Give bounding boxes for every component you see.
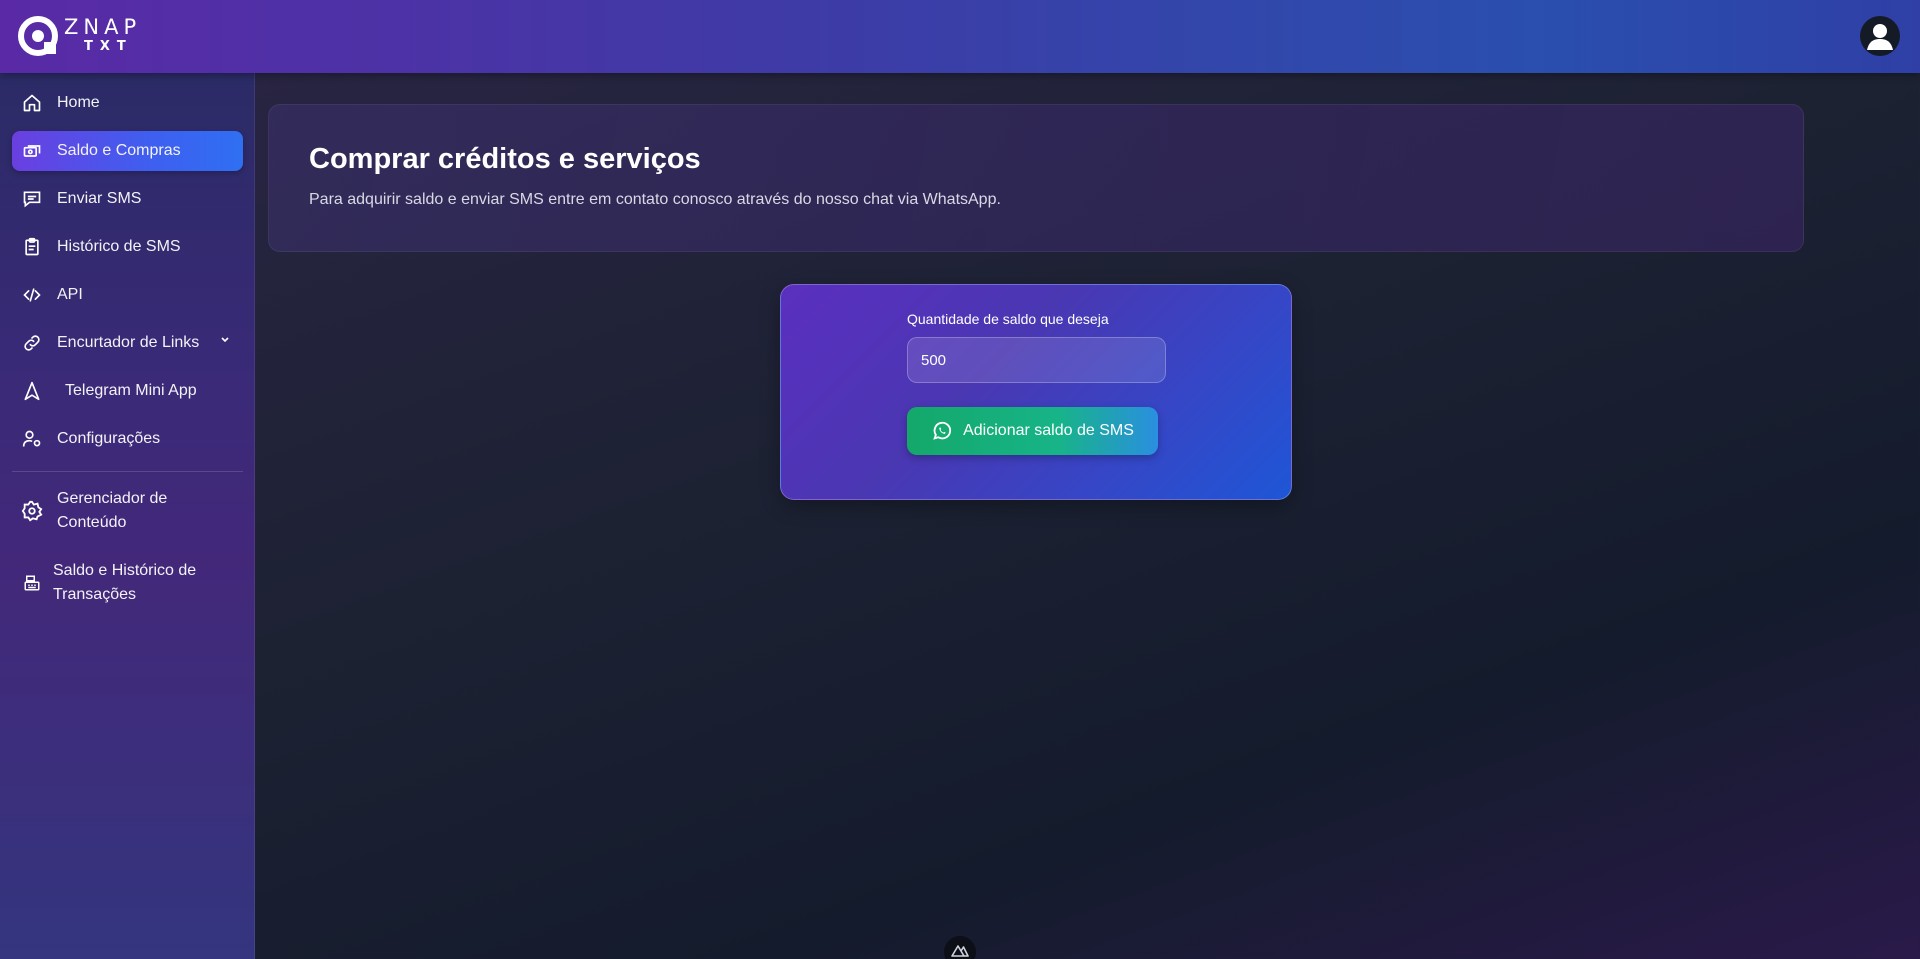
navigation-icon	[21, 380, 43, 402]
add-sms-balance-button[interactable]: Adicionar saldo de SMS	[907, 407, 1158, 455]
sidebar-item-gerenciador-conteudo[interactable]: Gerenciador de Conteúdo	[12, 483, 243, 539]
sidebar-item-historico-sms[interactable]: Histórico de SMS	[12, 227, 243, 267]
top-bar: ZNAP TXT	[0, 0, 1920, 73]
page-header-card: Comprar créditos e serviços Para adquiri…	[268, 104, 1804, 252]
cash-register-icon	[21, 572, 43, 594]
chevron-down-icon[interactable]	[219, 333, 231, 345]
sidebar-item-home[interactable]: Home	[12, 83, 243, 123]
brand-logo[interactable]: ZNAP TXT	[18, 14, 158, 56]
sidebar-item-label: Encurtador de Links	[57, 334, 200, 351]
brand-subname: TXT	[84, 39, 133, 54]
sidebar-item-label: Saldo e Histórico de Transações	[53, 562, 197, 603]
message-icon	[21, 188, 43, 210]
purchase-card: Quantidade de saldo que deseja Adicionar…	[780, 284, 1292, 500]
user-settings-icon	[21, 428, 43, 450]
sidebar-item-telegram-mini-app[interactable]: Telegram Mini App	[12, 371, 243, 411]
gear-icon	[21, 500, 43, 522]
sidebar-item-label: Configurações	[57, 430, 161, 447]
sidebar-divider	[12, 471, 243, 472]
logo-mark-icon	[18, 16, 58, 56]
sidebar-item-encurtador-links[interactable]: Encurtador de Links	[12, 323, 243, 363]
cash-icon	[21, 140, 43, 162]
nuxt-icon	[951, 945, 969, 957]
home-icon	[21, 92, 43, 114]
sidebar-item-label: Gerenciador de Conteúdo	[57, 490, 168, 531]
sidebar-item-label: Saldo e Compras	[57, 142, 181, 159]
quantity-input[interactable]	[907, 337, 1166, 383]
devtools-badge[interactable]	[944, 936, 976, 959]
sidebar-item-label: Histórico de SMS	[57, 238, 181, 255]
user-icon	[1867, 24, 1893, 50]
sidebar-item-configuracoes[interactable]: Configurações	[12, 419, 243, 459]
whatsapp-icon	[931, 420, 953, 442]
page-subtitle: Para adquirir saldo e enviar SMS entre e…	[309, 191, 1001, 208]
sidebar-item-label: Home	[57, 94, 100, 111]
sidebar-item-saldo-historico-transacoes[interactable]: Saldo e Histórico de Transações	[12, 555, 243, 611]
sidebar: Home Saldo e Compras Enviar SMS Históric…	[0, 73, 255, 959]
sidebar-item-label: Enviar SMS	[57, 190, 142, 207]
code-icon	[21, 284, 43, 306]
user-avatar[interactable]	[1860, 16, 1900, 56]
quantity-label: Quantidade de saldo que deseja	[907, 311, 1109, 327]
sidebar-item-label: API	[57, 286, 83, 303]
sidebar-item-api[interactable]: API	[12, 275, 243, 315]
brand-name: ZNAP	[64, 15, 142, 39]
sidebar-item-label: Telegram Mini App	[65, 382, 197, 399]
add-sms-balance-label: Adicionar saldo de SMS	[963, 422, 1134, 439]
link-icon	[21, 332, 43, 354]
sidebar-item-saldo-compras[interactable]: Saldo e Compras	[12, 131, 243, 171]
page-title: Comprar créditos e serviços	[309, 143, 701, 175]
clipboard-icon	[21, 236, 43, 258]
sidebar-item-enviar-sms[interactable]: Enviar SMS	[12, 179, 243, 219]
